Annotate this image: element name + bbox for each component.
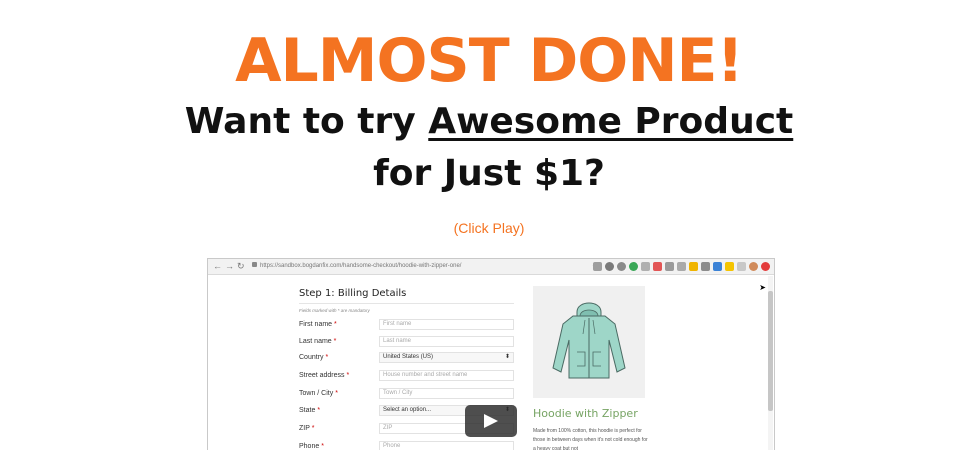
extension-icon <box>713 262 722 271</box>
product-image <box>533 286 645 398</box>
form-row-last-name: Last name * Last name <box>299 336 514 348</box>
form-row-city: Town / City * Town / City <box>299 388 514 400</box>
required-mark: * <box>317 407 321 414</box>
extension-icon <box>677 262 686 271</box>
extension-icon <box>605 262 614 271</box>
first-name-input: First name <box>379 319 514 330</box>
last-name-input: Last name <box>379 336 514 347</box>
select-arrow-icon: ⬍ <box>504 354 510 360</box>
extension-icon <box>737 262 746 271</box>
back-icon: ← <box>213 261 222 271</box>
form-row-phone: Phone * Phone <box>299 441 514 450</box>
extension-icon <box>725 262 734 271</box>
extension-icon <box>665 262 674 271</box>
street-address-input: House number and street name <box>379 370 514 381</box>
product-description: Made from 100% cotton, this hoodie is pe… <box>533 428 648 450</box>
extension-icon <box>761 262 770 271</box>
field-label: First name <box>299 321 333 328</box>
field-label: State <box>299 407 316 414</box>
avatar <box>749 262 758 271</box>
extension-icon <box>629 262 638 271</box>
field-label: Street address <box>299 372 345 379</box>
extension-icon <box>617 262 626 271</box>
offer-prefix: Want to try <box>184 101 429 142</box>
extension-icon <box>689 262 698 271</box>
reload-icon: ↻ <box>237 261 245 271</box>
forward-icon: → <box>225 261 234 271</box>
extension-icons <box>593 262 770 272</box>
offer-line-1: Want to try Awesome Product <box>0 100 978 144</box>
phone-input: Phone <box>379 441 514 450</box>
country-select: United States (US) ⬍ <box>379 352 514 363</box>
form-row-street: Street address * House number and street… <box>299 370 514 382</box>
field-label: ZIP <box>299 425 310 432</box>
click-play-hint: (Click Play) <box>453 220 525 236</box>
product-name-link: Awesome Product <box>428 101 794 142</box>
product-title: Hoodie with Zipper <box>533 407 638 420</box>
extension-icon <box>641 262 650 271</box>
required-mark: * <box>335 390 338 397</box>
mouse-cursor-icon: ➤ <box>759 283 766 292</box>
step-title: Step 1: Billing Details <box>299 288 407 299</box>
form-row-country: Country * United States (US) ⬍ <box>299 352 514 364</box>
lock-icon <box>252 262 257 267</box>
state-value: Select an option... <box>383 407 432 413</box>
required-mark: * <box>346 372 350 379</box>
hoodie-image <box>552 302 626 379</box>
country-value: United States (US) <box>383 354 434 360</box>
city-input: Town / City <box>379 388 514 399</box>
field-label: Last name <box>299 338 332 345</box>
extension-icon <box>653 262 662 271</box>
required-mark: * <box>334 321 337 328</box>
required-mark: * <box>333 338 337 345</box>
scrollbar <box>768 276 773 450</box>
browser-toolbar: ← → ↻ https://sandbox.bogdanfix.com/hand… <box>208 259 774 275</box>
play-icon <box>484 414 498 428</box>
required-mark: * <box>325 354 329 361</box>
url-text: https://sandbox.bogdanfix.com/handsome-c… <box>260 263 462 269</box>
mandatory-note: Fields marked with * are mandatory <box>299 308 370 313</box>
scroll-thumb <box>768 291 773 411</box>
required-mark: * <box>311 425 315 432</box>
divider <box>299 303 514 304</box>
required-mark: * <box>321 443 324 450</box>
field-label: Town / City <box>299 390 334 397</box>
field-label: Country <box>299 354 324 361</box>
headline: ALMOST DONE! <box>235 26 744 96</box>
extension-icon <box>593 262 602 271</box>
video-player[interactable]: ← → ↻ https://sandbox.bogdanfix.com/hand… <box>207 258 775 450</box>
offer-line-2: for Just $1? <box>373 153 605 194</box>
form-row-first-name: First name * First name <box>299 319 514 331</box>
play-button[interactable] <box>465 405 517 437</box>
field-label: Phone <box>299 443 320 450</box>
extension-icon <box>701 262 710 271</box>
